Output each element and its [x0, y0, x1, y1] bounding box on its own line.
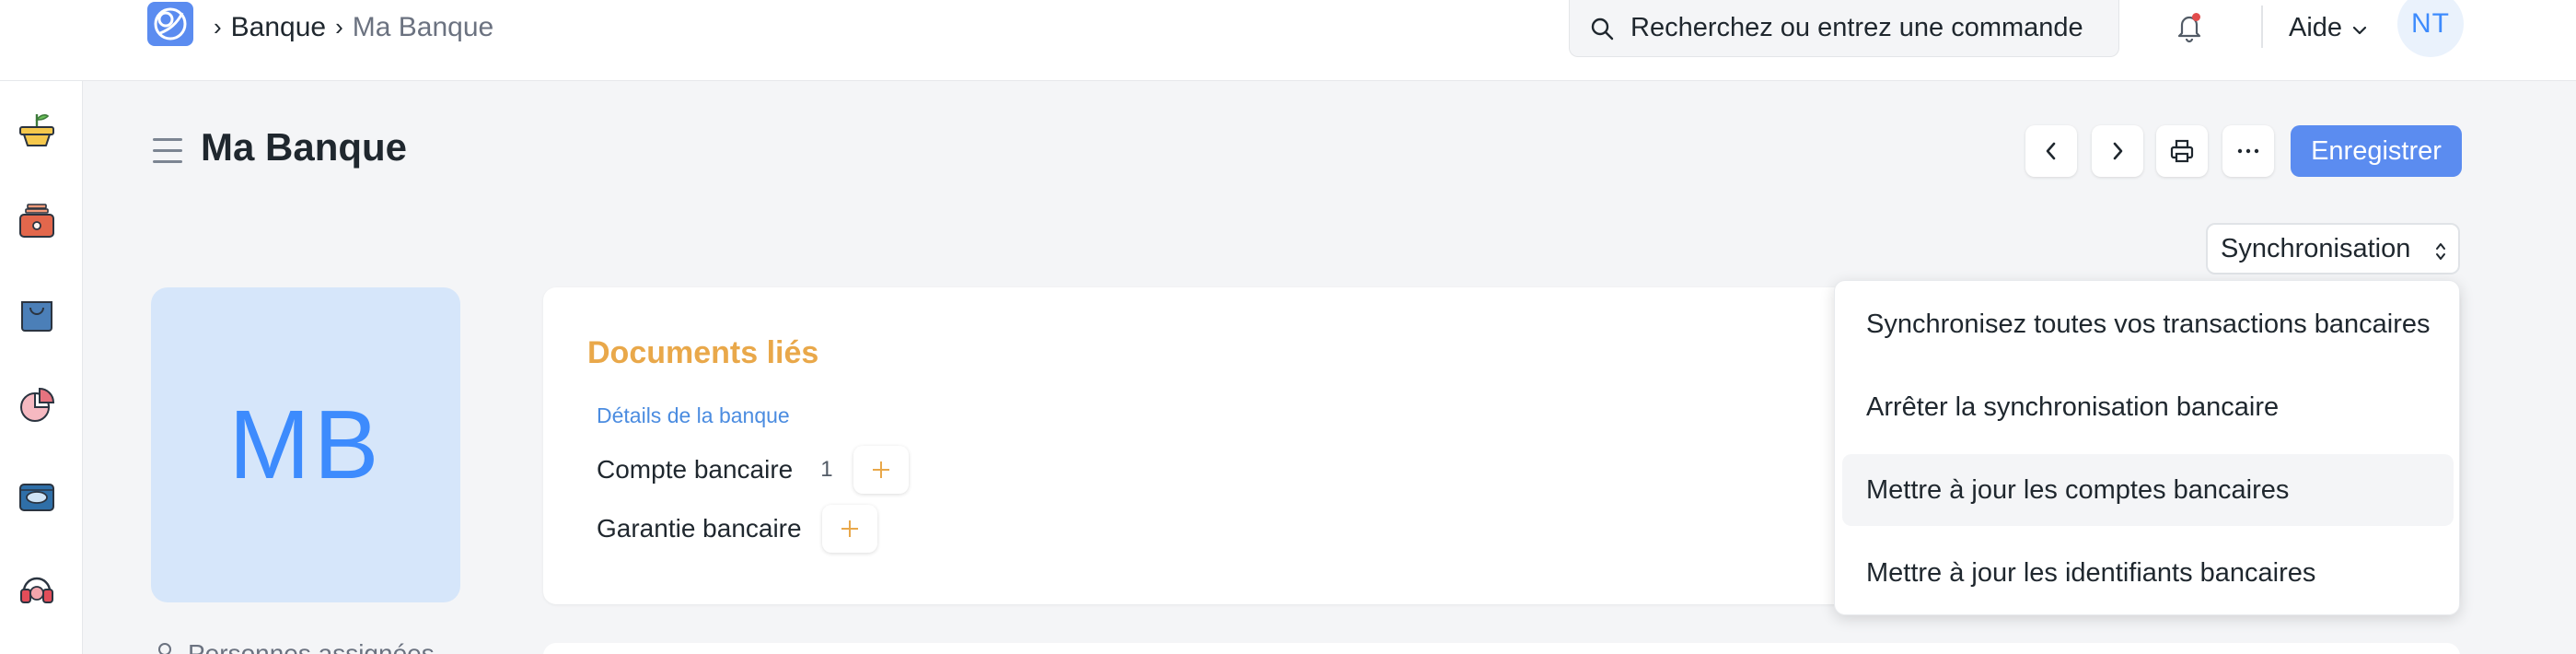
chevron-left-icon — [2046, 142, 2056, 160]
linked-documents-title: Documents liés — [587, 335, 819, 370]
plus-icon — [841, 520, 858, 537]
help-label: Aide — [2289, 12, 2343, 42]
assigned-to-label: Personnes assignées — [188, 639, 435, 654]
add-bank-account-button[interactable] — [853, 446, 909, 494]
add-bank-guarantee-button[interactable] — [821, 505, 877, 553]
synchronisation-dropdown-menu: Synchronisez toutes vos transactions ban… — [1834, 280, 2460, 615]
print-button[interactable] — [2156, 125, 2208, 177]
search-icon — [1590, 17, 1614, 41]
headset-icon[interactable] — [17, 569, 57, 610]
notifications-bell-icon[interactable] — [2173, 9, 2206, 46]
search-bar[interactable]: Recherchez ou entrez une commande — [1569, 0, 2119, 57]
menu-item-sync-all-transactions[interactable]: Synchronisez toutes vos transactions ban… — [1842, 288, 2454, 360]
menu-item-stop-sync[interactable]: Arrêter la synchronisation bancaire — [1842, 371, 2454, 443]
top-navbar: › Banque › Ma Banque Recherchez ou entre… — [0, 0, 2576, 81]
chevron-right-icon: › — [214, 12, 222, 41]
plus-icon — [872, 461, 889, 478]
chevron-right-icon — [2113, 142, 2123, 160]
synchronisation-select-label: Synchronisation — [2221, 233, 2411, 263]
logo-icon — [154, 7, 187, 41]
linked-doc-label[interactable]: Garantie bancaire — [597, 514, 802, 543]
chevron-down-icon — [2351, 13, 2368, 43]
synchronisation-select[interactable]: Synchronisation — [2206, 223, 2460, 274]
next-record-button[interactable] — [2092, 125, 2143, 177]
toolbox-icon[interactable] — [17, 201, 57, 241]
shopping-bag-icon[interactable] — [17, 293, 57, 333]
linked-doc-row-bank-guarantee: Garantie bancaire — [597, 505, 877, 553]
bank-details-section-label: Détails de la banque — [597, 403, 790, 427]
sidebar-toggle-icon[interactable] — [153, 138, 182, 164]
divider — [2261, 6, 2263, 48]
breadcrumb-bank[interactable]: Banque — [231, 12, 326, 43]
help-menu-button[interactable]: Aide — [2289, 9, 2368, 46]
search-input[interactable]: Recherchez ou entrez une commande — [1630, 13, 2083, 43]
chevron-right-icon: › — [335, 12, 343, 41]
plant-pot-icon[interactable] — [17, 109, 57, 149]
printer-icon — [2170, 139, 2194, 163]
next-section-card — [543, 643, 2460, 654]
save-button[interactable]: Enregistrer — [2291, 125, 2462, 177]
user-icon — [158, 643, 171, 654]
app-sidebar — [0, 81, 83, 654]
notification-dot — [2192, 13, 2200, 21]
record-avatar[interactable]: MB — [151, 287, 460, 602]
linked-doc-count: 1 — [820, 457, 833, 482]
more-horizontal-icon — [2237, 148, 2259, 154]
user-avatar[interactable]: NT — [2397, 0, 2464, 57]
breadcrumb-current[interactable]: Ma Banque — [353, 12, 493, 43]
pie-chart-icon[interactable] — [17, 385, 57, 426]
select-arrows-icon — [2434, 239, 2447, 270]
breadcrumb: › Banque › Ma Banque — [214, 7, 493, 48]
record-avatar-initials: MB — [228, 390, 383, 499]
linked-doc-row-bank-account: Compte bancaire 1 — [597, 446, 909, 494]
assigned-to-section[interactable]: Personnes assignées — [155, 639, 435, 654]
menu-item-update-bank-credentials[interactable]: Mettre à jour les identifiants bancaires — [1842, 537, 2454, 609]
previous-record-button[interactable] — [2025, 125, 2077, 177]
linked-doc-label[interactable]: Compte bancaire — [597, 455, 793, 485]
menu-item-update-bank-accounts[interactable]: Mettre à jour les comptes bancaires — [1842, 454, 2454, 526]
monitor-icon[interactable] — [17, 477, 57, 518]
more-actions-button[interactable] — [2222, 125, 2274, 177]
user-initials: NT — [2411, 8, 2450, 39]
page-title: Ma Banque — [201, 125, 408, 169]
app-logo[interactable] — [147, 2, 193, 46]
